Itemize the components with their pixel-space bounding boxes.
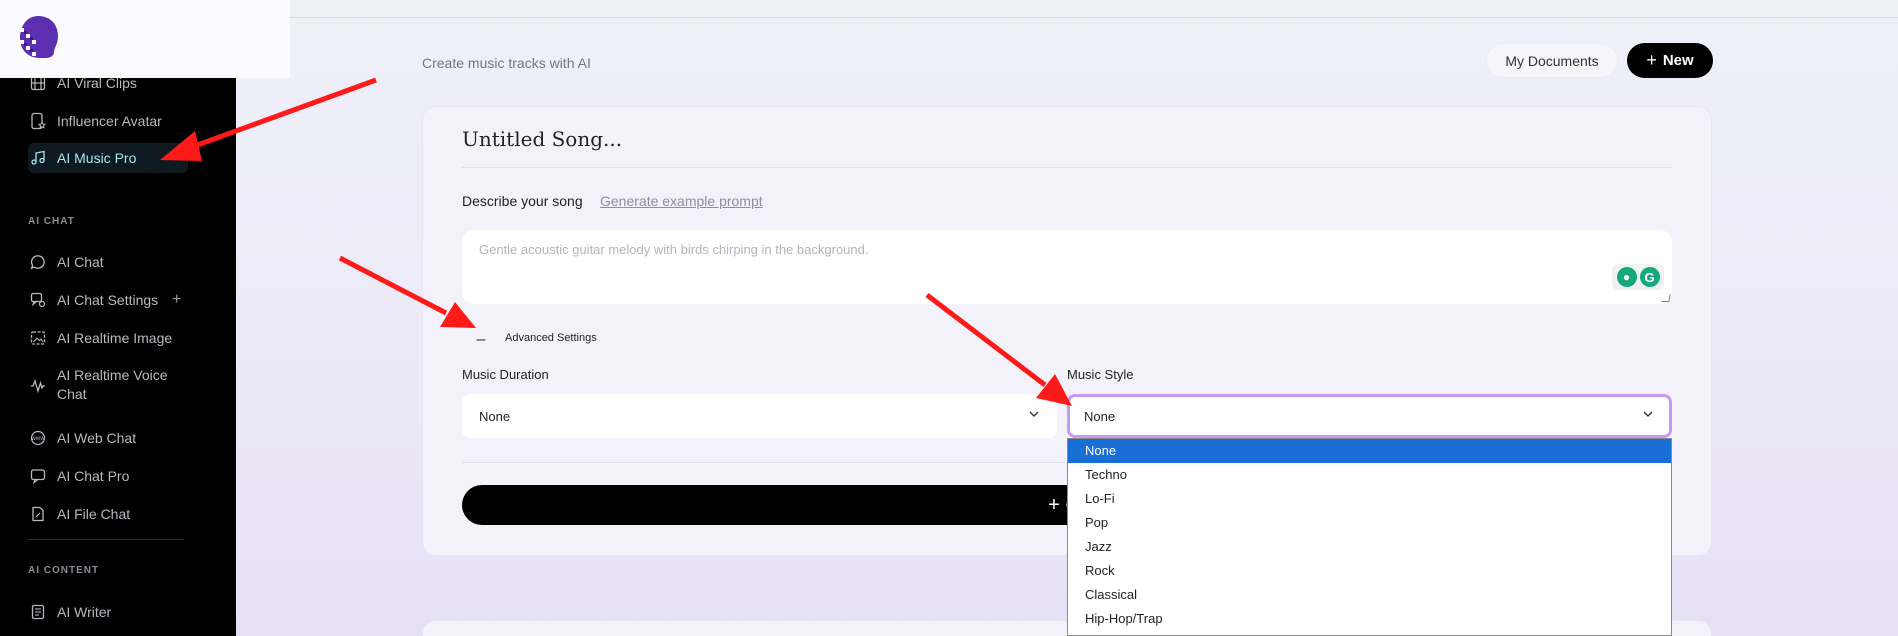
sidebar-item-label: AI Writer <box>57 604 112 620</box>
section-label-ai-content: AI CONTENT <box>28 565 100 576</box>
resize-handle[interactable] <box>1661 294 1671 302</box>
generate-example-prompt-link[interactable]: Generate example prompt <box>600 193 763 209</box>
sidebar-item-ai-realtime-image[interactable]: AI Realtime Image <box>28 323 188 353</box>
sidebar-item-ai-music-pro[interactable]: AI Music Pro <box>28 143 188 173</box>
image-icon <box>28 329 47 348</box>
top-bar-divider <box>290 17 1898 18</box>
sidebar-item-label: AI Music Pro <box>57 150 137 166</box>
plus-icon: + <box>1646 50 1657 70</box>
dropdown-option-pop[interactable]: Pop <box>1068 511 1671 535</box>
describe-song-label: Describe your song <box>462 193 583 209</box>
chat-settings-icon <box>28 291 47 310</box>
brand-logo-icon <box>20 16 58 58</box>
chat-pro-icon <box>28 467 47 486</box>
sidebar-item-label: AI File Chat <box>57 506 131 522</box>
dropdown-option-lofi[interactable]: Lo-Fi <box>1068 487 1671 511</box>
music-style-value: None <box>1084 408 1116 424</box>
sidebar-item-ai-writer[interactable]: AI Writer <box>28 597 188 627</box>
chevron-down-icon <box>1029 411 1039 417</box>
grammarly-icon: G <box>1639 267 1660 287</box>
advanced-settings-label[interactable]: Advanced Settings <box>505 332 597 344</box>
grammarly-widget[interactable]: ● G <box>1612 264 1664 290</box>
new-button-label: New <box>1662 52 1694 69</box>
sidebar-item-ai-chat-settings[interactable]: AI Chat Settings + <box>28 285 188 315</box>
dropdown-option-classical[interactable]: Classical <box>1068 583 1671 607</box>
file-icon <box>28 505 47 524</box>
advanced-settings-toggle[interactable]: – <box>466 325 496 355</box>
new-button[interactable]: + New <box>1627 43 1713 78</box>
title-divider <box>462 167 1672 168</box>
prompt-placeholder: Gentle acoustic guitar melody with birds… <box>479 242 869 257</box>
sidebar: AI Viral Clips Influencer Avatar AI Musi… <box>0 0 236 636</box>
music-duration-label: Music Duration <box>462 367 549 382</box>
my-documents-button[interactable]: My Documents <box>1486 43 1618 78</box>
dropdown-option-rock[interactable]: Rock <box>1068 559 1671 583</box>
chat-bubble-icon <box>28 253 47 272</box>
www-icon: WWW <box>28 429 47 448</box>
document-icon <box>28 603 47 622</box>
sidebar-item-ai-realtime-voice-chat[interactable]: AI Realtime Voice Chat <box>28 366 188 406</box>
sidebar-item-ai-chat[interactable]: AI Chat <box>28 247 188 277</box>
dropdown-option-none[interactable]: None <box>1068 439 1671 463</box>
logo-area[interactable] <box>0 0 290 78</box>
music-duration-value: None <box>479 408 511 424</box>
sidebar-item-label: AI Chat <box>57 254 104 270</box>
sidebar-item-label: AI Realtime Voice Chat <box>57 367 168 402</box>
sidebar-item-ai-web-chat[interactable]: WWW AI Web Chat <box>28 423 188 453</box>
section-label-ai-chat: AI CHAT <box>28 216 75 227</box>
lightbulb-icon: ● <box>1616 267 1637 287</box>
phone-star-icon <box>28 112 47 131</box>
music-style-select[interactable]: None <box>1067 394 1672 438</box>
chevron-down-icon <box>1643 411 1653 417</box>
music-duration-select[interactable]: None <box>462 394 1057 438</box>
page-subtitle: Create music tracks with AI <box>422 55 591 71</box>
waveform-icon <box>28 376 47 395</box>
plus-icon: + <box>1048 493 1060 516</box>
sidebar-divider <box>28 539 184 540</box>
song-prompt-textarea[interactable]: Gentle acoustic guitar melody with birds… <box>462 230 1672 304</box>
sidebar-item-influencer-avatar[interactable]: Influencer Avatar <box>28 106 188 136</box>
sidebar-item-label: Influencer Avatar <box>57 113 162 129</box>
sidebar-item-label: AI Web Chat <box>57 430 137 446</box>
sidebar-item-label: AI Chat Pro <box>57 468 130 484</box>
song-title[interactable]: Untitled Song... <box>462 127 622 151</box>
music-style-dropdown: None Techno Lo-Fi Pop Jazz Rock Classica… <box>1067 438 1672 636</box>
music-note-icon <box>28 149 47 168</box>
dropdown-option-techno[interactable]: Techno <box>1068 463 1671 487</box>
svg-text:WWW: WWW <box>31 436 45 442</box>
sidebar-item-ai-file-chat[interactable]: AI File Chat <box>28 499 188 529</box>
dropdown-option-jazz[interactable]: Jazz <box>1068 535 1671 559</box>
add-chat-setting-button[interactable]: + <box>172 291 181 309</box>
music-style-label: Music Style <box>1067 367 1134 382</box>
sidebar-item-ai-chat-pro[interactable]: AI Chat Pro <box>28 461 188 491</box>
sidebar-item-label: AI Realtime Image <box>57 330 173 346</box>
sidebar-item-label: AI Chat Settings <box>57 292 159 308</box>
dropdown-option-hiphop-trap[interactable]: Hip-Hop/Trap <box>1068 607 1671 631</box>
